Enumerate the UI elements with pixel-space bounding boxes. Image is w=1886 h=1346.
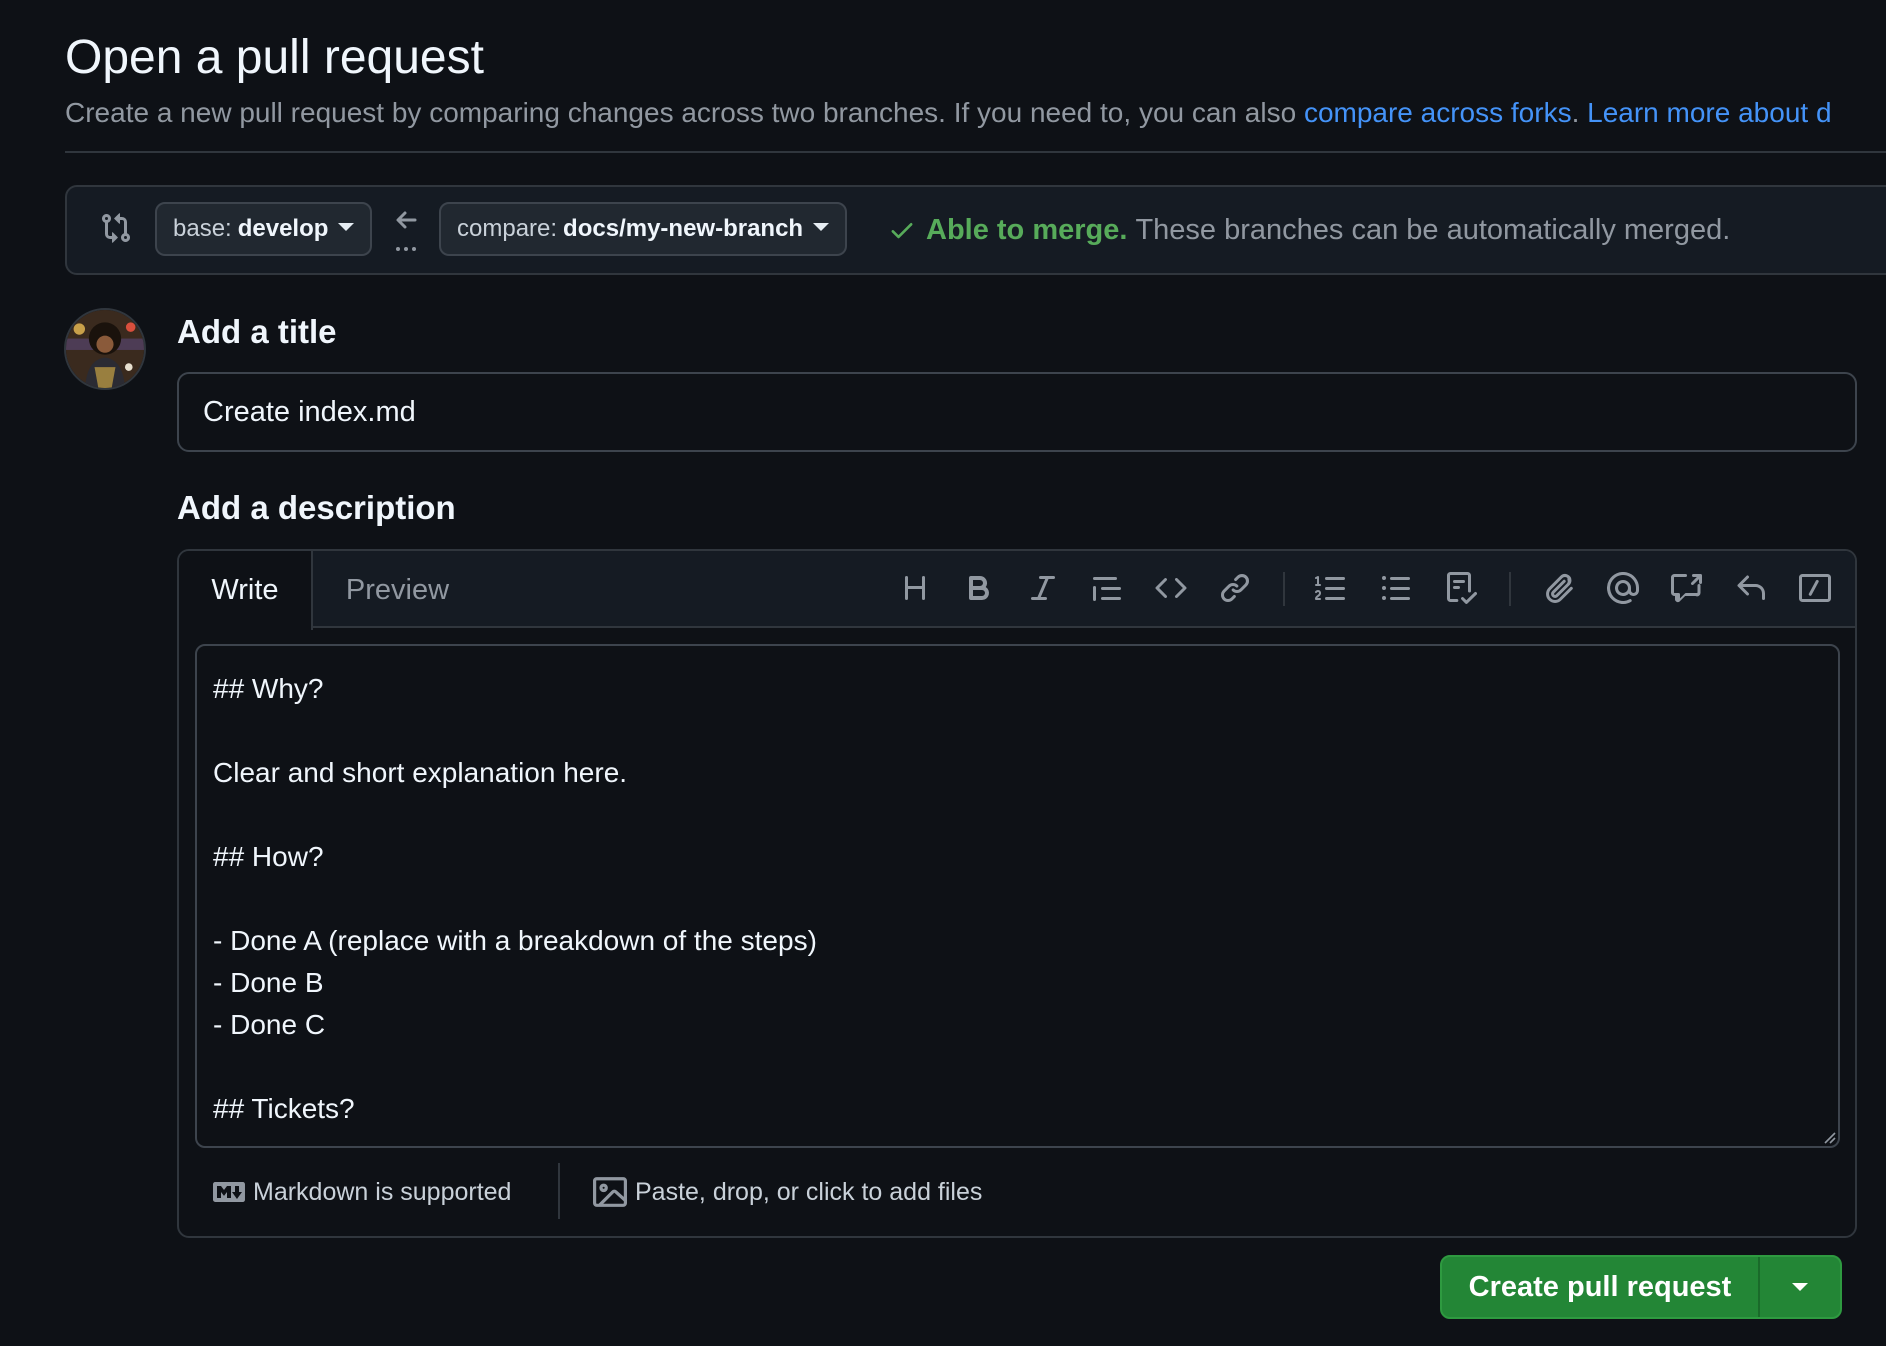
attach-files-area[interactable]: Paste, drop, or click to add files — [593, 1174, 982, 1210]
reference-icon[interactable] — [1665, 566, 1709, 610]
toolbar-divider — [1509, 572, 1511, 606]
compare-branch-select[interactable]: compare: docs/my-new-branch — [439, 202, 848, 256]
unordered-list-icon[interactable] — [1374, 566, 1418, 610]
heading-icon[interactable] — [893, 566, 937, 610]
title-label: Add a title — [177, 313, 337, 350]
base-branch-select[interactable]: base: develop — [155, 202, 373, 256]
footer-divider — [558, 1163, 560, 1219]
mention-icon[interactable] — [1601, 566, 1645, 610]
merge-ok-text: Able to merge. — [926, 214, 1128, 246]
create-pull-request-button[interactable]: Create pull request — [1442, 1257, 1760, 1317]
page-title: Open a pull request — [65, 31, 484, 84]
compare-forks-link[interactable]: compare across forks — [1304, 97, 1572, 128]
create-options-dropdown[interactable] — [1760, 1257, 1840, 1317]
image-icon — [593, 1177, 627, 1207]
markdown-support-note[interactable]: Markdown is supported — [213, 1174, 511, 1210]
base-branch-name: develop — [237, 215, 329, 242]
compare-branch-name: docs/my-new-branch — [563, 215, 804, 242]
create-pull-request-group: Create pull request — [1440, 1255, 1842, 1319]
description-textarea[interactable]: ## Why? Clear and short explanation here… — [195, 644, 1840, 1148]
tab-preview[interactable]: Preview — [320, 551, 475, 630]
markdown-note-text: Markdown is supported — [253, 1177, 512, 1206]
quote-icon[interactable] — [1085, 566, 1129, 610]
header-divider — [65, 151, 1886, 153]
reply-icon[interactable] — [1729, 566, 1773, 610]
bold-icon[interactable] — [957, 566, 1001, 610]
title-input[interactable] — [177, 372, 1857, 452]
base-prefix: base: — [173, 215, 232, 242]
learn-more-link[interactable]: Learn more about d — [1587, 97, 1831, 128]
subtitle-text: Create a new pull request by comparing c… — [65, 97, 1304, 128]
merge-description: These branches can be automatically merg… — [1135, 214, 1731, 246]
italic-icon[interactable] — [1021, 566, 1065, 610]
attach-note-text: Paste, drop, or click to add files — [635, 1177, 983, 1206]
toolbar-divider — [1283, 572, 1285, 606]
subtitle-separator: . — [1571, 97, 1588, 128]
git-compare-icon — [100, 210, 132, 246]
code-icon[interactable] — [1149, 566, 1193, 610]
slash-command-icon[interactable] — [1793, 566, 1837, 610]
page-subtitle: Create a new pull request by comparing c… — [65, 96, 1832, 130]
resize-handle-icon[interactable] — [1822, 1130, 1836, 1144]
avatar[interactable] — [64, 308, 146, 390]
arrow-left-icon — [393, 207, 421, 255]
chevron-down-icon — [338, 223, 355, 231]
compare-prefix: compare: — [457, 215, 558, 242]
chevron-down-icon — [813, 223, 830, 231]
ordered-list-icon[interactable] — [1309, 566, 1353, 610]
task-list-icon[interactable] — [1439, 566, 1483, 610]
merge-status: Able to merge. These branches can be aut… — [888, 212, 1730, 248]
attach-icon[interactable] — [1537, 566, 1581, 610]
chevron-down-icon — [1792, 1283, 1808, 1291]
check-icon — [891, 223, 913, 239]
link-icon[interactable] — [1213, 566, 1257, 610]
tab-write[interactable]: Write — [179, 551, 313, 630]
description-label: Add a description — [177, 489, 456, 526]
pull-request-page: Open a pull request Create a new pull re… — [0, 0, 1886, 1346]
markdown-icon — [213, 1182, 245, 1202]
